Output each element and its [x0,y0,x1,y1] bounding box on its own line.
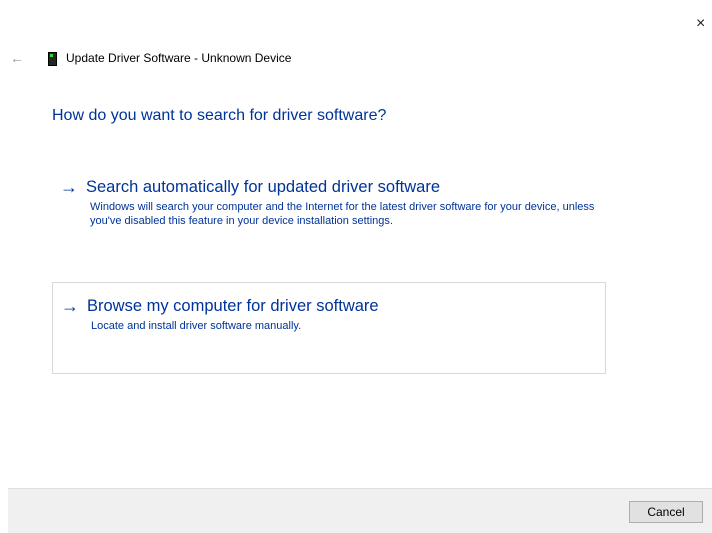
option-title: Search automatically for updated driver … [86,178,441,196]
option-title: Browse my computer for driver software [87,297,379,315]
browse-computer-option[interactable]: → Browse my computer for driver software… [52,282,606,374]
arrow-right-icon: → [60,177,78,197]
back-arrow-icon[interactable]: ← [10,50,30,66]
device-icon [44,49,60,67]
dialog-header: ← Update Driver Software - Unknown Devic… [10,46,291,70]
option-description: Locate and install driver software manua… [91,320,302,332]
dialog-footer: Cancel [8,488,712,533]
dialog-title: Update Driver Software - Unknown Device [66,51,292,65]
arrow-right-icon: → [61,296,79,316]
cancel-button[interactable]: Cancel [629,501,703,523]
search-automatically-option[interactable]: → Search automatically for updated drive… [52,174,606,266]
close-button[interactable]: × [696,14,712,34]
update-driver-dialog: × ← Update Driver Software - Unknown Dev… [0,0,712,533]
page-heading: How do you want to search for driver sof… [52,107,387,124]
option-description: Windows will search your computer and th… [90,201,595,227]
